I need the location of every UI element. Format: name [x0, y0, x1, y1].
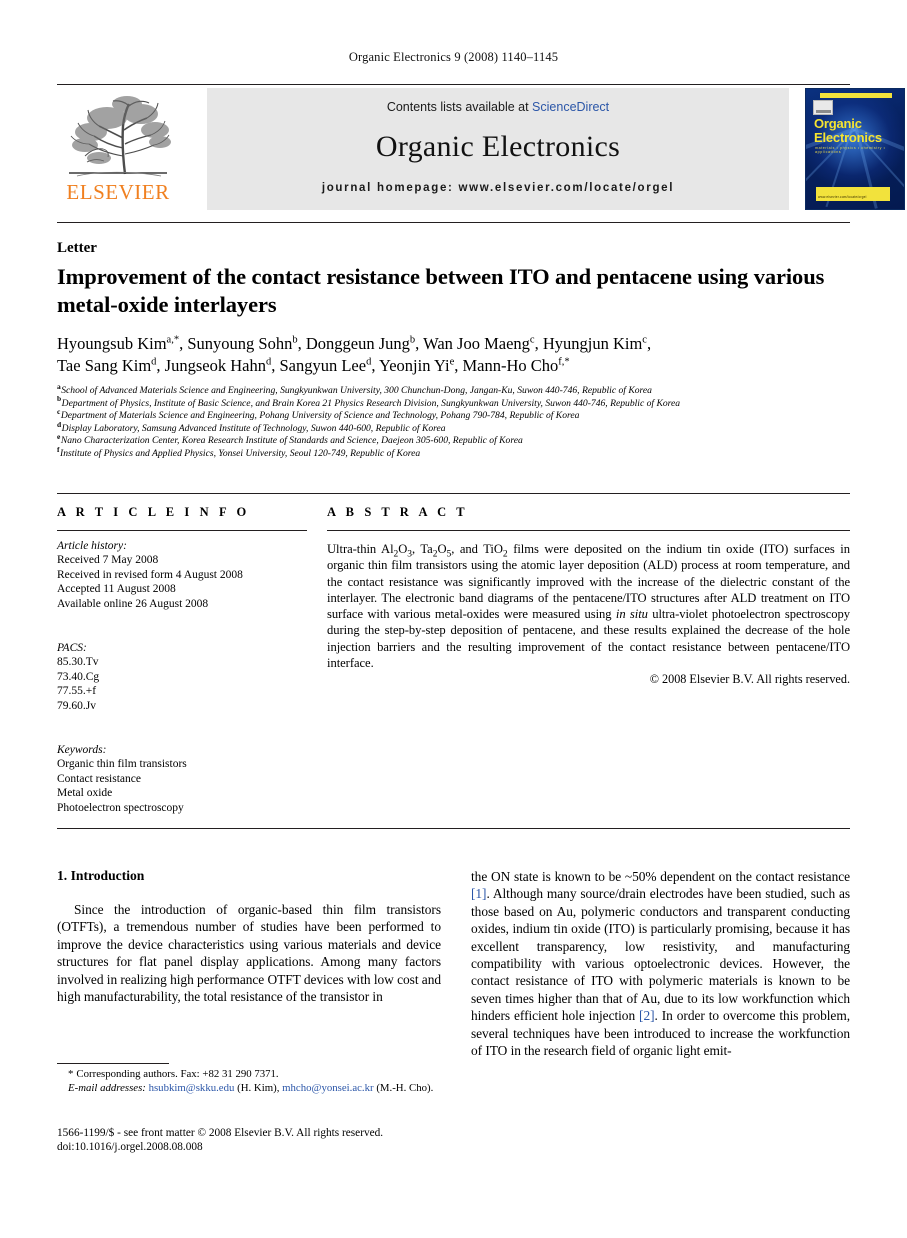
asterisk-icon: *	[68, 1068, 74, 1080]
affiliation: fInstitute of Physics and Applied Physic…	[57, 444, 421, 459]
author-line-2: Tae Sang Kimd, Jungseok Hahnd, Sangyun L…	[57, 356, 570, 375]
issn-line: 1566-1199/$ - see front matter © 2008 El…	[57, 1127, 384, 1139]
pacs-block: PACS: 85.30.Tv 73.40.Cg 77.55.+f 79.60.J…	[57, 641, 307, 713]
contents-prefix: Contents lists available at	[386, 100, 533, 114]
pacs-code: 85.30.Tv	[57, 656, 99, 669]
journal-cover-thumbnail: Organic Electronics materials • physics …	[805, 88, 905, 210]
abstract-column: A B S T R A C T Ultra-thin Al2O3, Ta2O5,…	[327, 505, 850, 687]
article-info-column: A R T I C L E I N F O Article history: R…	[57, 505, 307, 815]
keywords-block: Keywords: Organic thin film transistors …	[57, 743, 307, 815]
affiliation: bDepartment of Physics, Institute of Bas…	[57, 394, 681, 409]
abstract-text: Ultra-thin Al2O3, Ta2O5, and TiO2 films …	[327, 542, 851, 671]
pacs-code: 79.60.Jv	[57, 699, 96, 712]
doi-line: doi:10.1016/j.orgel.2008.08.008	[57, 1140, 203, 1153]
journal-homepage-link[interactable]: journal homepage: www.elsevier.com/locat…	[207, 182, 789, 194]
sciencedirect-link[interactable]: ScienceDirect	[532, 100, 609, 114]
email-owner-1: (H. Kim)	[237, 1081, 277, 1094]
keyword: Photoelectron spectroscopy	[57, 801, 184, 814]
journal-title: Organic Electronics	[375, 130, 621, 163]
citation-link[interactable]: [2]	[639, 1008, 655, 1023]
author: Hyungjun Kimc	[542, 334, 647, 353]
abstract-rule	[327, 530, 850, 531]
abstract-copyright: © 2008 Elsevier B.V. All rights reserved…	[649, 672, 850, 687]
issn-copyright-block: 1566-1199/$ - see front matter © 2008 El…	[57, 1127, 487, 1154]
info-band-top-rule	[57, 493, 850, 494]
email-note: E-mail addresses: hsubkim@skku.edu (H. K…	[68, 1081, 434, 1094]
cover-title-line1: Organic	[814, 116, 862, 131]
pacs-code: 73.40.Cg	[57, 670, 100, 683]
intro-paragraph-right: the ON state is known to be ~50% depende…	[471, 869, 850, 1059]
footnote-block: * Corresponding authors. Fax: +82 31 290 …	[57, 1068, 441, 1095]
author: Mann-Ho Chof,*	[462, 356, 570, 375]
elsevier-logo: ELSEVIER	[59, 92, 177, 210]
article-type-label: Letter	[57, 240, 97, 256]
elsevier-wordmark: ELSEVIER	[66, 180, 170, 204]
running-head: Organic Electronics 9 (2008) 1140–1145	[348, 50, 559, 64]
citation-link[interactable]: [1]	[471, 886, 487, 901]
masthead-bottom-rule	[57, 222, 850, 223]
author: Donggeun Jungb	[305, 334, 416, 353]
footnote-separator-rule	[57, 1063, 169, 1064]
intro-paragraph-left: Since the introduction of organic-based …	[57, 902, 441, 1005]
author: Sunyoung Sohnb	[187, 334, 298, 353]
email-owner-2: (M.-H. Cho).	[376, 1081, 434, 1094]
article-info-heading: A R T I C L E I N F O	[57, 505, 250, 519]
article-history: Article history: Received 7 May 2008 Rec…	[57, 539, 307, 611]
paper-page: Organic Electronics 9 (2008) 1140–1145 E…	[0, 0, 907, 1238]
history-item: Available online 26 August 2008	[57, 597, 209, 610]
body-column-left: 1. Introduction Since the introduction o…	[57, 868, 441, 1005]
history-item: Received in revised form 4 August 2008	[57, 568, 243, 581]
elsevier-tree-icon	[69, 96, 171, 177]
pacs-label: PACS:	[57, 642, 87, 655]
author: Sangyun Leed	[279, 356, 372, 375]
corresponding-author-note: * Corresponding authors. Fax: +82 31 290 …	[68, 1068, 279, 1080]
pacs-code: 77.55.+f	[57, 685, 97, 698]
contents-available-line: Contents lists available at ScienceDirec…	[207, 100, 789, 114]
author: Hyoungsub Kima,*	[57, 334, 180, 353]
email-link-2[interactable]: mhcho@yonsei.ac.kr	[282, 1082, 374, 1094]
author: Jungseok Hahnd	[164, 356, 272, 375]
keyword: Metal oxide	[57, 787, 113, 800]
affiliation: aSchool of Advanced Materials Science an…	[57, 381, 652, 396]
cover-title-line2: Electronics	[814, 129, 882, 145]
author: Tae Sang Kimd	[57, 356, 157, 375]
cover-title: Organic Electronics	[814, 117, 900, 144]
keywords-label: Keywords:	[57, 744, 107, 757]
affiliation: dDisplay Laboratory, Samsung Advanced In…	[57, 419, 446, 434]
cover-publisher-mark	[813, 100, 833, 115]
body-column-right: the ON state is known to be ~50% depende…	[471, 868, 850, 1059]
author: Wan Joo Maengc	[423, 334, 535, 353]
article-info-rule	[57, 530, 307, 531]
author-list: Hyoungsub Kima,*, Sunyoung Sohnb, Dongge…	[57, 333, 847, 377]
author: Yeonjin Yie	[378, 356, 455, 375]
keyword: Contact resistance	[57, 772, 141, 785]
cover-subtitle: materials • physics • chemistry • applic…	[815, 146, 886, 154]
journal-masthead: ELSEVIER Contents lists available at Sci…	[57, 84, 905, 213]
affiliation-list: aSchool of Advanced Materials Science an…	[57, 381, 857, 461]
journal-band: Contents lists available at ScienceDirec…	[207, 88, 789, 210]
cover-top-bar	[820, 93, 892, 98]
section-heading-introduction: 1. Introduction	[57, 868, 145, 883]
email-label: E-mail addresses:	[68, 1081, 146, 1094]
cover-footer-text: www.elsevier.com/locate/orgel	[818, 195, 867, 199]
info-band-bottom-rule	[57, 828, 850, 829]
affiliation: cDepartment of Materials Science and Eng…	[57, 407, 580, 422]
affiliation: eNano Characterization Center, Korea Res…	[57, 432, 523, 447]
keyword: Organic thin film transistors	[57, 758, 187, 771]
article-history-label: Article history:	[57, 540, 127, 552]
abstract-heading: A B S T R A C T	[327, 505, 469, 519]
email-link-1[interactable]: hsubkim@skku.edu	[149, 1082, 235, 1094]
article-title: Improvement of the contact resistance be…	[57, 264, 825, 317]
history-item: Accepted 11 August 2008	[57, 583, 176, 596]
author-line-1: Hyoungsub Kima,*, Sunyoung Sohnb, Dongge…	[57, 334, 652, 353]
history-item: Received 7 May 2008	[57, 554, 159, 567]
